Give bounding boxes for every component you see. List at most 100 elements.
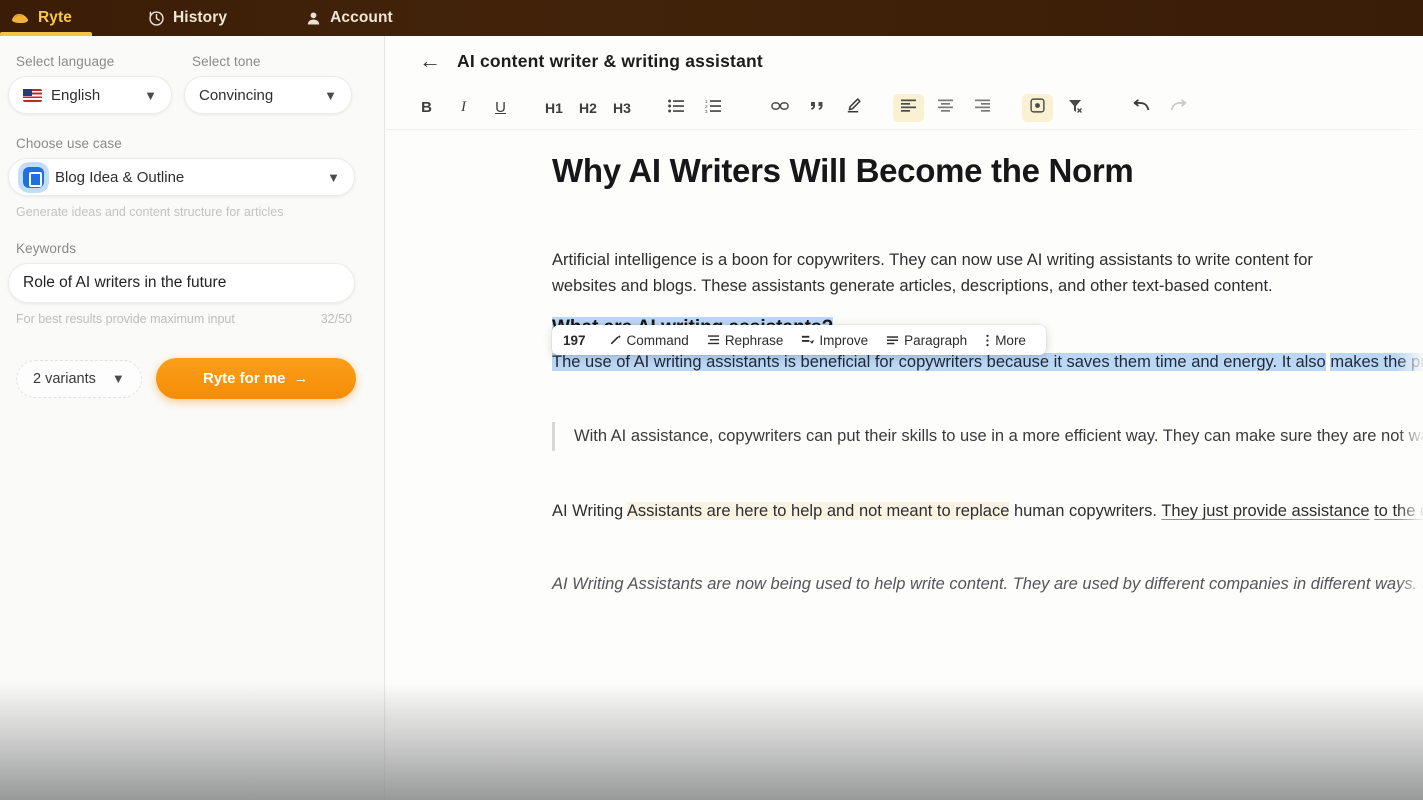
highlighter-pen-icon: [845, 97, 862, 118]
underlined-text-1: They just provide assistance: [1161, 502, 1370, 520]
paragraph-intro: Artificial intelligence is a boon for co…: [552, 247, 1423, 299]
paragraph-lines-icon: [886, 334, 899, 346]
paragraph-assistants-line-2: to the content writers by getting rid of…: [1374, 502, 1423, 520]
image-icon: [1030, 98, 1045, 117]
align-right-button[interactable]: [967, 94, 998, 122]
paragraph-assistants-line-1: AI Writing Assistants are here to help a…: [552, 502, 1370, 520]
variants-select[interactable]: 2 variants ▼: [16, 359, 142, 398]
selection-char-count: 197: [563, 332, 586, 348]
bullet-list-button[interactable]: [660, 94, 691, 122]
ai-command-label: Command: [626, 332, 689, 348]
variants-value: 2 variants: [33, 370, 96, 387]
link-button[interactable]: [764, 94, 795, 122]
document-body: Why AI Writers Will Become the Norm Arti…: [386, 152, 1423, 599]
more-vertical-icon: [985, 334, 990, 347]
settings-sidebar: Select language English ▼ Select tone Co…: [0, 36, 385, 800]
use-case-select[interactable]: Blog Idea & Outline ▼: [8, 158, 355, 196]
underlined-text-2: to the content writers by getting rid of…: [1374, 502, 1423, 520]
chevron-down-icon: ▼: [324, 87, 337, 103]
chevron-down-icon: ▼: [144, 87, 157, 103]
nav-tab-history-label: History: [173, 9, 228, 26]
paragraph-italic: AI Writing Assistants are now being used…: [552, 570, 1423, 599]
undo-icon: [1132, 99, 1151, 116]
highlighter-button[interactable]: [838, 94, 869, 122]
paragraph-italic-line-2: ways. Some companies use them when they …: [1375, 575, 1423, 593]
tone-label: Select tone: [192, 54, 261, 69]
language-value: English: [51, 86, 101, 104]
keywords-helper-text: For best results provide maximum input: [16, 312, 235, 326]
chevron-down-icon: ▼: [111, 371, 125, 386]
formatting-toolbar: B I U H1 H2 H3 1 2 3: [386, 86, 1423, 130]
redo-button[interactable]: [1163, 94, 1194, 122]
underline-button[interactable]: U: [485, 94, 516, 122]
nav-tab-account-label: Account: [330, 9, 393, 26]
ai-paragraph-label: Paragraph: [904, 332, 968, 348]
heading-1-button[interactable]: H1: [540, 94, 568, 122]
tone-value: Convincing: [199, 86, 274, 104]
nav-tab-ryte[interactable]: Ryte: [0, 0, 92, 37]
sidebar-actions-row: 2 variants ▼ Ryte for me →: [8, 358, 362, 399]
paragraph-selected-line-2: makes the process of preparing content m…: [1330, 353, 1423, 371]
language-select[interactable]: English ▼: [8, 76, 172, 114]
use-case-value: Blog Idea & Outline: [55, 168, 185, 186]
heading-3-button[interactable]: H3: [608, 94, 636, 122]
ai-rephrase-button[interactable]: Rephrase: [698, 333, 793, 348]
undo-button[interactable]: [1126, 94, 1157, 122]
improve-lines-icon: [801, 334, 815, 346]
paragraph-selected-line-1: The use of AI writing assistants is bene…: [552, 353, 1326, 371]
align-left-button[interactable]: [893, 93, 924, 122]
align-right-icon: [975, 99, 990, 116]
hand-ryte-icon: [10, 10, 30, 26]
document-heading-1: Why AI Writers Will Become the Norm: [552, 152, 1134, 189]
nav-tab-account[interactable]: Account: [291, 0, 407, 36]
ai-more-button[interactable]: More: [976, 333, 1035, 348]
bold-button[interactable]: B: [411, 94, 442, 122]
keywords-field-group: Keywords Role of AI writers in the futur…: [8, 241, 362, 326]
italic-button[interactable]: I: [448, 94, 479, 122]
person-account-icon: [305, 10, 322, 27]
highlighted-text: Assistants are here to help and not mean…: [626, 502, 1010, 520]
tone-select[interactable]: Convincing ▼: [184, 76, 352, 114]
ai-improve-button[interactable]: Improve: [792, 333, 877, 348]
us-flag-icon: [23, 88, 42, 102]
clear-format-button[interactable]: [1059, 94, 1090, 122]
document-canvas[interactable]: Why AI Writers Will Become the Norm Arti…: [386, 130, 1423, 800]
align-center-button[interactable]: [930, 94, 961, 122]
paragraph-intro-line-1: Artificial intelligence is a boon for co…: [552, 251, 1313, 269]
blog-outline-icon: [23, 166, 44, 188]
ai-more-label: More: [995, 332, 1026, 348]
insert-image-button[interactable]: [1022, 93, 1053, 122]
use-case-helper-text: Generate ideas and content structure for…: [16, 205, 284, 219]
numbered-list-button[interactable]: 1 2 3: [697, 94, 728, 122]
selected-text-2: makes the process of preparing content m…: [1330, 353, 1423, 371]
nav-tab-history[interactable]: History: [134, 0, 241, 36]
svg-text:3: 3: [705, 109, 708, 113]
clear-format-icon: [1067, 98, 1083, 118]
ai-paragraph-button[interactable]: Paragraph: [877, 333, 976, 348]
align-left-icon: [901, 99, 916, 116]
ai-selection-toolbar: 197 Command Rephrase Improve Paragraph M…: [552, 325, 1046, 355]
heading-2-button[interactable]: H2: [574, 94, 602, 122]
document-header: ← AI content writer & writing assistant: [386, 36, 1423, 86]
keywords-meta-row: For best results provide maximum input 3…: [8, 312, 362, 326]
language-tone-row: Select language English ▼ Select tone Co…: [8, 54, 362, 114]
back-arrow-icon[interactable]: ←: [419, 50, 441, 72]
ryte-for-me-button[interactable]: Ryte for me →: [155, 358, 356, 399]
use-case-label: Choose use case: [16, 136, 122, 151]
ai-improve-label: Improve: [819, 332, 869, 348]
ai-command-button[interactable]: Command: [600, 333, 698, 348]
language-label: Select language: [16, 54, 115, 69]
blockquote-line-1: With AI assistance, copywriters can put …: [574, 427, 1349, 445]
nav-tab-ryte-label: Ryte: [38, 9, 72, 26]
top-navigation-bar: Ryte History Account: [0, 0, 1423, 37]
paragraph-assistants: AI Writing Assistants are here to help a…: [552, 498, 1423, 524]
numbered-list-icon: 1 2 3: [705, 99, 721, 117]
ai-rephrase-label: Rephrase: [724, 332, 784, 348]
page-title: AI content writer & writing assistant: [457, 50, 763, 71]
magic-wand-icon: [609, 334, 622, 347]
blockquote: With AI assistance, copywriters can put …: [552, 422, 1423, 451]
paragraph-intro-line-2: websites and blogs. These assistants gen…: [552, 277, 1273, 295]
blockquote-button[interactable]: [801, 94, 832, 122]
tone-field-group: Select tone Convincing ▼: [184, 54, 352, 114]
keywords-input[interactable]: Role of AI writers in the future: [8, 263, 355, 303]
